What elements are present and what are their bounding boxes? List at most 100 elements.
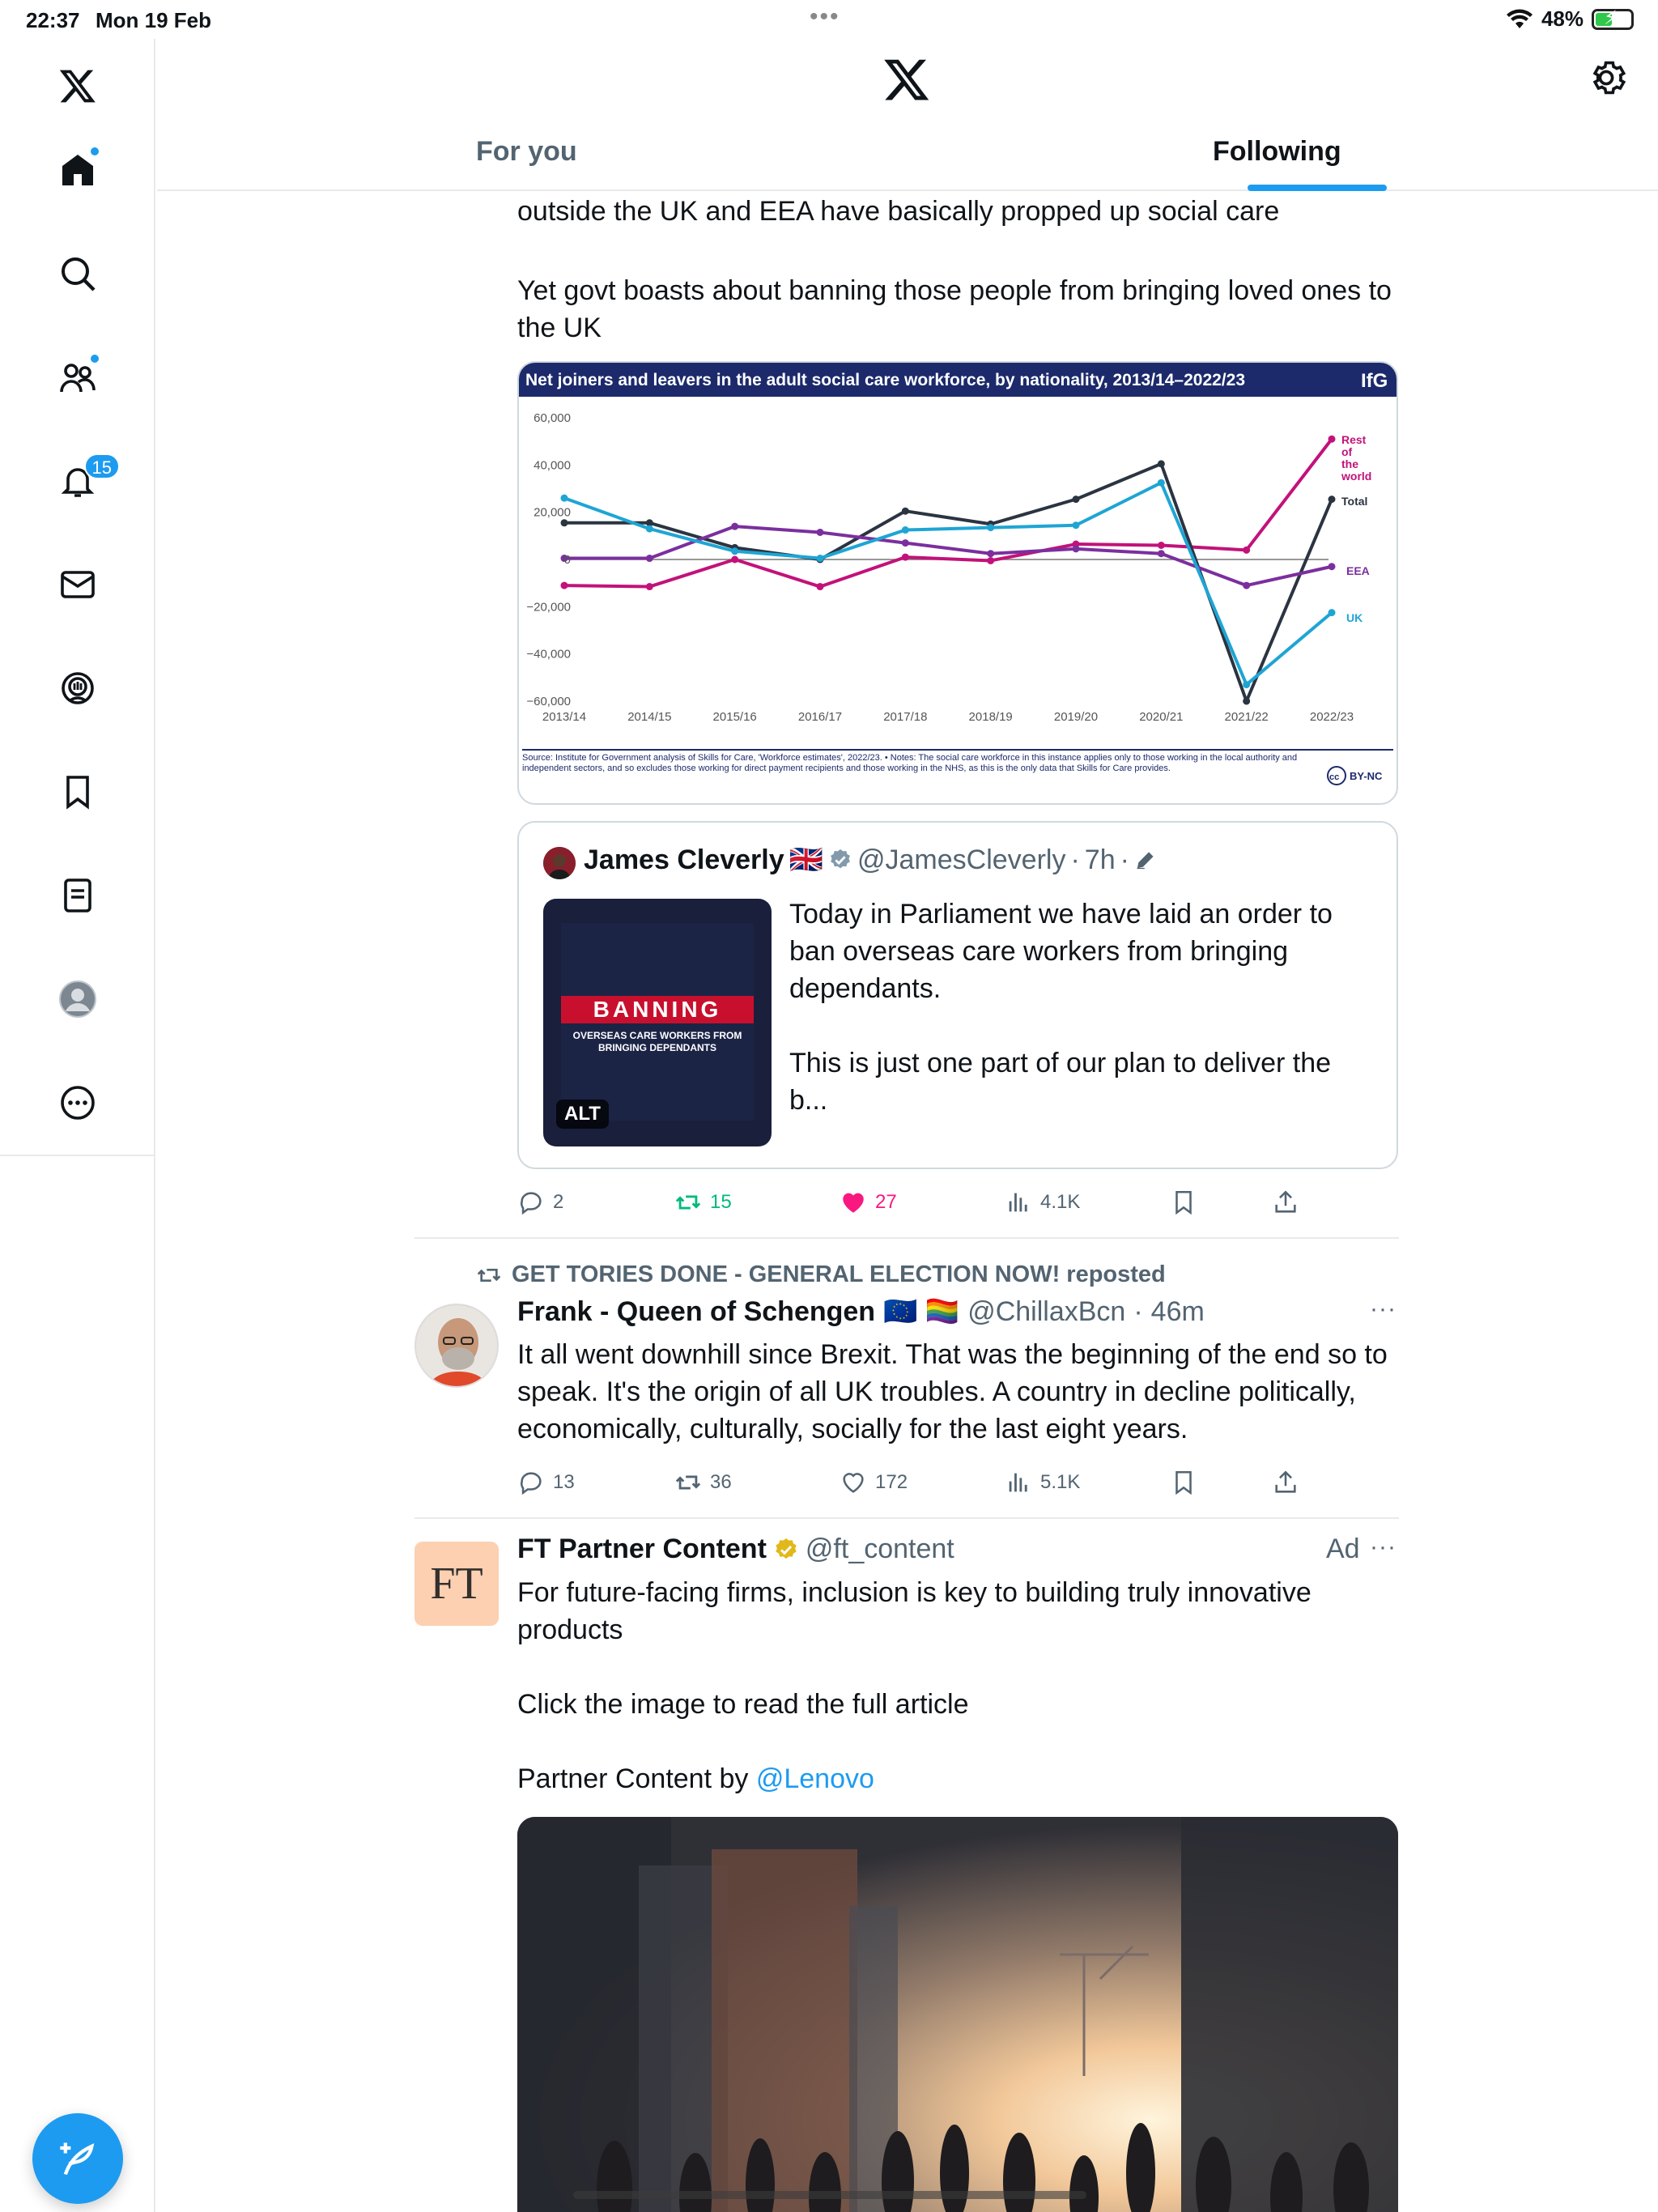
series-legend-label: Rest: [1341, 433, 1367, 446]
alt-text-badge[interactable]: ALT: [556, 1100, 609, 1129]
share-upload-icon: [1275, 1470, 1296, 1493]
bookmark-button[interactable]: [1170, 1469, 1197, 1496]
author-name[interactable]: James Cleverly: [584, 844, 784, 876]
bookmark-icon: [1175, 1470, 1192, 1495]
author-handle[interactable]: @JamesCleverly: [857, 844, 1065, 876]
retweet-button[interactable]: 15: [674, 1189, 732, 1216]
quoted-tweet-text: Today in Parliament we have laid an orde…: [789, 899, 1333, 1116]
tweet-text: Yet govt boasts about banning those peop…: [517, 275, 1392, 343]
status-indicators: 48% ⚡: [1506, 6, 1634, 32]
quoted-tweet-header: James Cleverly 🇬🇧 @JamesCleverly · 7h ·: [584, 844, 1157, 876]
like-count: 27: [875, 1191, 897, 1213]
name-emojis: 🇪🇺 🏳️‍🌈: [883, 1296, 960, 1327]
data-point: [1328, 609, 1336, 617]
series-legend-label: UK: [1346, 611, 1363, 624]
reply-count: 13: [553, 1471, 575, 1493]
lists-icon[interactable]: [50, 868, 105, 923]
like-button[interactable]: 172: [840, 1469, 908, 1496]
compose-tweet-button[interactable]: [32, 2113, 123, 2204]
author-name[interactable]: Frank - Queen of Schengen: [517, 1296, 875, 1328]
data-point: [731, 555, 739, 564]
mention-link[interactable]: @Lenovo: [756, 1763, 874, 1794]
tweet-more-icon[interactable]: ···: [1370, 1534, 1397, 1561]
x-tick-label: 2017/18: [883, 710, 927, 724]
series-line: [563, 481, 1333, 687]
y-tick-label: 60,000: [534, 411, 571, 425]
x-tick-label: 2021/22: [1225, 710, 1269, 724]
data-point: [1328, 496, 1336, 504]
repost-indicator[interactable]: GET TORIES DONE - GENERAL ELECTION NOW! …: [476, 1261, 1166, 1288]
profile-avatar-icon[interactable]: [50, 972, 105, 1027]
data-point: [1328, 563, 1336, 571]
timeline-feed[interactable]: outside the UK and EEA have basically pr…: [157, 191, 1658, 2212]
x-tick-label: 2014/15: [627, 710, 671, 724]
reply-button[interactable]: 2: [517, 1189, 563, 1216]
share-button[interactable]: [1272, 1469, 1299, 1496]
like-count: 172: [875, 1471, 908, 1493]
author-name[interactable]: FT Partner Content: [517, 1534, 767, 1565]
verified-badge-icon: [831, 849, 850, 869]
retweet-icon: [477, 1268, 501, 1282]
quoted-tweet-image[interactable]: BANNING OVERSEAS CARE WORKERS FROM BRING…: [543, 899, 772, 1146]
communities-icon[interactable]: [50, 350, 105, 405]
ad-body-text: For future-facing firms, inclusion is ke…: [517, 1577, 1312, 1794]
reply-bubble-icon: [521, 1192, 542, 1215]
views-button[interactable]: 5.1K: [1005, 1469, 1080, 1496]
data-point: [901, 507, 909, 515]
x-tick-label: 2019/20: [1054, 710, 1098, 724]
data-point: [1328, 435, 1336, 443]
data-point: [1072, 545, 1080, 553]
series-line: [564, 462, 1333, 703]
avatar: [543, 847, 576, 879]
ad-photo-image[interactable]: [517, 1817, 1398, 2212]
notifications-bell-icon[interactable]: 15: [50, 453, 120, 508]
tweet-chart-image[interactable]: Net joiners and leavers in the adult soc…: [517, 361, 1398, 805]
share-button[interactable]: [1272, 1189, 1299, 1216]
x-tick-label: 2016/17: [798, 710, 842, 724]
bookmark-button[interactable]: [1170, 1189, 1197, 1216]
multitasking-dots-icon[interactable]: •••: [810, 3, 840, 31]
view-count: 4.1K: [1040, 1191, 1081, 1213]
avatar[interactable]: [414, 1304, 499, 1388]
retweet-button[interactable]: 36: [674, 1469, 732, 1496]
tab-for-you[interactable]: For you: [476, 136, 577, 168]
data-point: [1157, 460, 1165, 468]
data-point: [1243, 546, 1251, 554]
edited-pencil-icon[interactable]: [1134, 849, 1157, 871]
data-point: [901, 553, 909, 561]
home-unread-dot: [89, 146, 100, 157]
spaces-icon[interactable]: [50, 661, 105, 716]
x-logo-icon[interactable]: [882, 55, 931, 104]
ad-label: Ad: [1326, 1534, 1360, 1564]
data-point: [987, 550, 995, 558]
home-icon[interactable]: [50, 143, 105, 198]
tab-following[interactable]: Following: [1213, 136, 1341, 168]
home-indicator[interactable]: [573, 2191, 1086, 2199]
author-handle[interactable]: @ft_content: [806, 1534, 954, 1565]
search-icon[interactable]: [50, 246, 105, 301]
x-logo-icon[interactable]: [50, 58, 105, 113]
reply-button[interactable]: 13: [517, 1469, 575, 1496]
bookmarks-icon[interactable]: [50, 764, 105, 819]
tweet-time: 7h: [1084, 844, 1116, 875]
line-chart: Net joiners and leavers in the adult soc…: [519, 363, 1397, 785]
tweet-divider: [414, 1517, 1399, 1519]
notification-count-badge: 15: [83, 453, 120, 479]
tweet-more-icon[interactable]: ···: [1370, 1295, 1397, 1323]
more-options-icon[interactable]: [50, 1075, 105, 1130]
tweet-text: For future-facing firms, inclusion is ke…: [517, 1574, 1403, 1797]
data-point: [816, 583, 824, 591]
reply-count: 2: [553, 1191, 564, 1213]
views-button[interactable]: 4.1K: [1005, 1189, 1080, 1216]
avatar[interactable]: FT: [414, 1542, 499, 1626]
quoted-tweet[interactable]: James Cleverly 🇬🇧 @JamesCleverly · 7h · …: [517, 821, 1398, 1169]
data-point: [901, 526, 909, 534]
author-handle[interactable]: @ChillaxBcn: [967, 1296, 1125, 1328]
messages-envelope-icon[interactable]: [50, 557, 105, 612]
settings-gear-icon[interactable]: [1585, 57, 1627, 99]
tweet-text: It all went downhill since Brexit. That …: [517, 1339, 1388, 1444]
like-button[interactable]: 27: [840, 1189, 897, 1216]
tweet-divider: [414, 1237, 1399, 1239]
data-point: [1072, 521, 1080, 530]
license-label: BY-NC: [1350, 770, 1383, 782]
